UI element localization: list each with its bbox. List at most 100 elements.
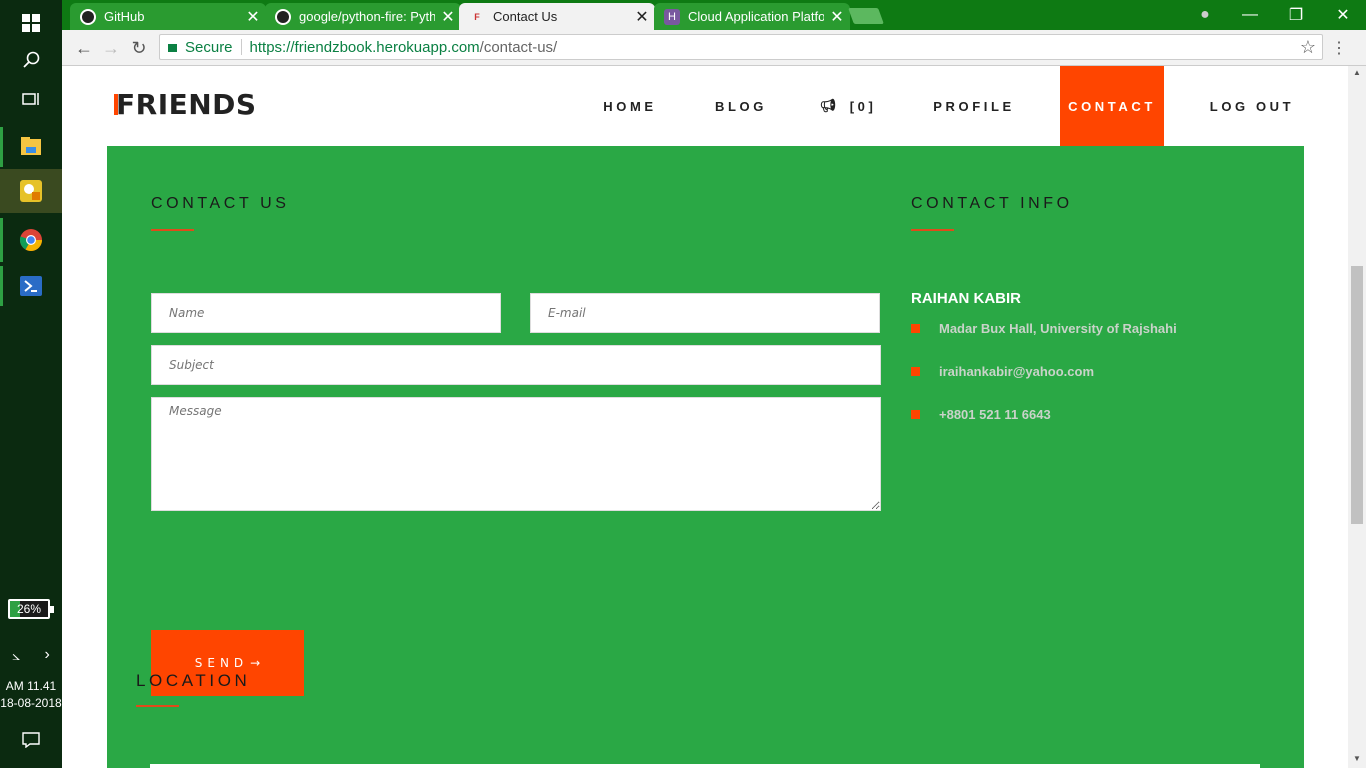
restore-icon: ❐ [1288, 7, 1304, 24]
bullet-icon [911, 367, 920, 376]
contact-section: CONTACT US SEND → CONTACT INFO RAIHAN KA… [107, 146, 1304, 768]
web-page: FRIENDS HOME BLOG 📢︎ [0] PROFILE CONTACT … [62, 66, 1348, 768]
secure-indicator[interactable]: Secure [160, 38, 242, 56]
close-icon: ✕ [1336, 7, 1350, 24]
bullet-icon [911, 324, 920, 333]
tab-title: Contact Us [493, 9, 558, 24]
nav-logout[interactable]: LOG OUT [1207, 66, 1297, 146]
minimize-button[interactable]: — [1227, 0, 1273, 30]
bookmark-star-icon[interactable]: ☆ [1300, 37, 1316, 58]
scroll-up-icon[interactable]: ▲ [1348, 68, 1366, 77]
close-window-button[interactable]: ✕ [1320, 0, 1366, 30]
contact-address: Madar Bux Hall, University of Rajshahi [911, 321, 1177, 336]
contact-name: RAIHAN KABIR [911, 290, 1021, 307]
heading-underline [911, 229, 954, 231]
url-host: https://friendzbook.herokuapp.com [249, 38, 480, 56]
browser-tab-strip: GitHub ✕ google/python-fire: Pyth ✕ F Co… [62, 0, 1366, 30]
clock-time: AM 11.41 [5, 679, 57, 693]
action-center-button[interactable] [0, 717, 62, 763]
browser-toolbar: ← → ↻ Secure https://friendzbook.herokua… [62, 30, 1366, 66]
new-tab-button[interactable] [848, 8, 884, 24]
email-input[interactable] [530, 293, 880, 333]
megaphone-icon: 📢︎ [819, 98, 840, 113]
reload-icon: ↻ [131, 37, 147, 58]
scroll-down-icon[interactable]: ▼ [1348, 754, 1366, 763]
tab-github[interactable]: GitHub ✕ [70, 3, 266, 30]
close-icon[interactable]: ✕ [824, 7, 850, 27]
tab-title: GitHub [104, 9, 145, 24]
task-view-button[interactable] [0, 76, 62, 122]
battery-indicator[interactable]: 26% [8, 599, 54, 619]
tab-title: google/python-fire: Pyth [299, 9, 435, 24]
wifi-icon[interactable]: ⦣ [12, 647, 20, 664]
scroll-thumb[interactable] [1351, 266, 1363, 524]
tab-heroku[interactable]: H Cloud Application Platfor ✕ [654, 3, 850, 30]
folder-icon [21, 137, 41, 155]
search-icon [23, 51, 40, 68]
close-icon[interactable]: ✕ [629, 7, 655, 27]
tab-title: Cloud Application Platfor [688, 9, 824, 24]
powershell-taskbar-button[interactable] [0, 263, 62, 309]
heading-underline [136, 705, 179, 707]
friends-favicon: F [474, 11, 480, 22]
address-bar[interactable]: Secure https://friendzbook.herokuapp.com… [159, 34, 1323, 60]
email-text: iraihankabir@yahoo.com [939, 364, 1094, 379]
sublime-taskbar-button[interactable] [0, 169, 62, 213]
logo-text: FRIENDS [116, 88, 257, 121]
chrome-menu-button[interactable]: ⋮ [1331, 38, 1347, 58]
nav-home[interactable]: HOME [584, 66, 676, 146]
location-heading: LOCATION [136, 671, 251, 690]
url-path: /contact-us/ [479, 38, 558, 56]
contact-us-heading: CONTACT US [151, 195, 290, 212]
heroku-icon: H [664, 8, 680, 25]
account-icon: ● [1200, 6, 1210, 23]
url-text[interactable]: https://friendzbook.herokuapp.com/contac… [242, 39, 558, 56]
close-icon[interactable]: ✕ [435, 7, 461, 27]
github-icon [275, 8, 291, 25]
send-label: SEND [194, 656, 249, 670]
nav-notifications[interactable]: 📢︎ [0] [817, 66, 879, 146]
battery-percent: 26% [16, 602, 42, 616]
arrow-right-icon: → [102, 37, 120, 58]
forward-button[interactable]: → [99, 36, 123, 60]
back-button[interactable]: ← [72, 36, 96, 60]
page-scrollbar[interactable]: ▲ ▼ [1348, 66, 1366, 768]
restore-button[interactable]: ❐ [1273, 0, 1319, 30]
notification-count: [0] [849, 98, 877, 114]
address-text: Madar Bux Hall, University of Rajshahi [939, 321, 1177, 336]
windows-logo-icon [22, 14, 40, 32]
close-icon[interactable]: ✕ [240, 7, 266, 27]
nav-profile[interactable]: PROFILE [924, 66, 1024, 146]
lock-icon [168, 44, 177, 52]
screen: 26% ⦣ › AM 11.41 18-08-2018 GitHub ✕ goo… [0, 0, 1366, 768]
clock[interactable]: AM 11.41 18-08-2018 [0, 678, 62, 712]
heading-underline [151, 229, 194, 231]
arrow-left-icon: ← [75, 37, 93, 58]
app-icon [20, 180, 42, 202]
subject-input[interactable] [151, 345, 881, 385]
name-input[interactable] [151, 293, 501, 333]
chrome-taskbar-button[interactable] [0, 217, 62, 263]
file-explorer-button[interactable] [0, 123, 62, 169]
reload-button[interactable]: ↻ [127, 36, 151, 60]
notification-icon [22, 732, 40, 748]
contact-email: iraihankabir@yahoo.com [911, 364, 1094, 379]
system-tray: ⦣ › [0, 633, 62, 677]
message-textarea[interactable] [151, 397, 881, 511]
more-vert-icon: ⋮ [1331, 40, 1347, 57]
nav-contact[interactable]: CONTACT [1060, 66, 1164, 146]
map-container[interactable] [150, 764, 1260, 768]
contact-info-heading: CONTACT INFO [911, 195, 1073, 212]
site-logo[interactable]: FRIENDS [114, 88, 257, 121]
chrome-icon [19, 229, 42, 251]
nav-blog[interactable]: BLOG [699, 66, 783, 146]
secure-label: Secure [185, 38, 233, 56]
tab-python-fire[interactable]: google/python-fire: Pyth ✕ [265, 3, 461, 30]
tab-contact-us[interactable]: F Contact Us ✕ [459, 3, 655, 30]
chevron-right-icon[interactable]: › [45, 646, 50, 664]
profile-button[interactable]: ● [1182, 0, 1228, 30]
powershell-icon [20, 276, 42, 296]
bullet-icon [911, 410, 920, 419]
arrow-right-icon: → [250, 656, 261, 670]
minimize-icon: — [1242, 6, 1258, 23]
